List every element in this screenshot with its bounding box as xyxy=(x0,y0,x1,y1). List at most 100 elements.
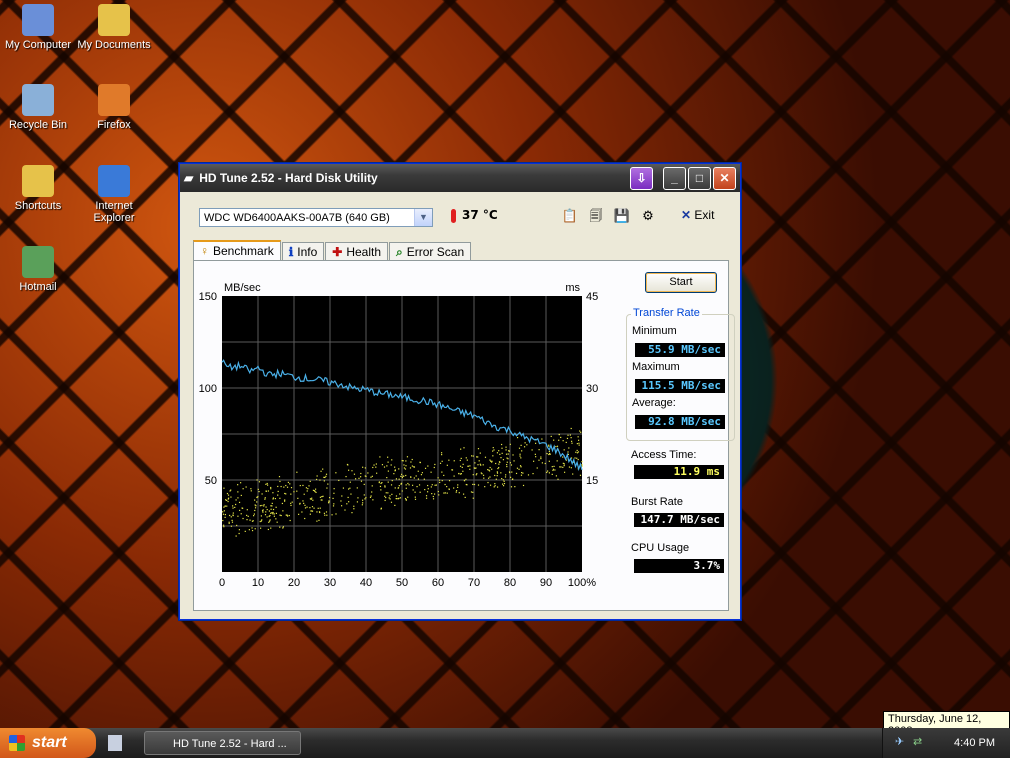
drive-select[interactable]: WDC WD6400AAKS-00A7B (640 GB) ▼ xyxy=(199,208,433,227)
copy-screenshot-icon[interactable]: 🗐 xyxy=(587,208,605,226)
toolbar: WDC WD6400AAKS-00A7B (640 GB) ▼ 37 °C 📋 … xyxy=(193,202,727,236)
desktop-icon[interactable]: Shortcuts xyxy=(0,165,76,212)
desktop-icon[interactable]: Recycle Bin xyxy=(0,84,76,131)
desktop-icon[interactable]: My Documents xyxy=(76,4,152,51)
access-time-point xyxy=(563,471,566,473)
x-tick-label: 50 xyxy=(396,577,408,589)
access-time-point xyxy=(304,504,306,506)
tab-health[interactable]: ✚ Health xyxy=(325,242,389,261)
access-time-point xyxy=(559,466,561,468)
desktop-icon[interactable]: Hotmail xyxy=(0,246,76,293)
access-time-point xyxy=(497,467,499,470)
exit-button[interactable]: ✕ Exit xyxy=(681,208,714,222)
access-time-point xyxy=(333,488,335,490)
tab-error-scan[interactable]: ⌕ Error Scan xyxy=(389,242,472,261)
options-icon[interactable]: ⚙ xyxy=(639,208,657,226)
access-time-point xyxy=(568,447,570,449)
save-icon[interactable]: 💾 xyxy=(613,208,631,226)
system-tray: ✈ ⇄ 4:40 PM xyxy=(882,728,1010,758)
access-time-point xyxy=(302,484,304,487)
start-menu-button[interactable]: start xyxy=(0,728,96,758)
access-time-point xyxy=(463,479,466,482)
access-time-point xyxy=(500,472,502,474)
access-time-point xyxy=(540,457,542,460)
access-time-point xyxy=(430,486,432,488)
access-time-point xyxy=(251,527,253,529)
network-icon[interactable]: ⇄ xyxy=(913,735,922,748)
access-time-point xyxy=(567,434,569,436)
access-time-point xyxy=(282,526,284,528)
access-time-point xyxy=(383,466,386,468)
x-tick-label: 90 xyxy=(540,577,552,589)
maximum-label: Maximum xyxy=(632,361,680,373)
access-time-point xyxy=(511,471,513,473)
access-time-point xyxy=(434,463,436,466)
desktop-icon[interactable]: Internet Explorer xyxy=(76,165,152,224)
access-time-point xyxy=(227,500,229,503)
access-time-point xyxy=(411,458,413,461)
close-button[interactable]: ✕ xyxy=(713,166,736,190)
access-time-point xyxy=(346,503,348,505)
access-time-point xyxy=(320,470,322,472)
access-time-point xyxy=(510,486,513,488)
tab-label: Info xyxy=(297,245,318,259)
access-time-point xyxy=(235,503,237,506)
access-time-point xyxy=(424,489,426,491)
access-time-point xyxy=(309,480,311,482)
access-time-point xyxy=(275,512,277,514)
access-time-point xyxy=(489,466,491,469)
access-time-point xyxy=(417,470,419,472)
quick-launch-icon[interactable] xyxy=(108,735,122,751)
minimize-button[interactable]: _ xyxy=(663,166,686,190)
access-time-point xyxy=(404,468,407,470)
access-time-point xyxy=(412,489,414,491)
access-time-point xyxy=(544,462,546,465)
access-time-point xyxy=(451,469,454,471)
tab-label: Health xyxy=(346,245,382,259)
access-time-point xyxy=(332,505,335,507)
access-time-point xyxy=(223,506,225,508)
desktop-icon[interactable]: Firefox xyxy=(76,84,152,131)
access-time-point xyxy=(227,494,230,496)
access-time-point xyxy=(370,495,372,497)
clock[interactable]: 4:40 PM xyxy=(954,728,995,758)
access-time-point xyxy=(491,460,493,462)
access-time-point xyxy=(433,466,435,469)
access-time-point xyxy=(246,519,248,521)
tray-icon[interactable]: ✈ xyxy=(895,735,904,748)
access-time-point xyxy=(538,459,540,461)
title-bar[interactable]: ▰ HD Tune 2.52 - Hard Disk Utility ⇩ _ □… xyxy=(180,164,740,192)
access-time-point xyxy=(340,500,342,502)
taskbar-item-hd-tune[interactable]: HD Tune 2.52 - Hard ... xyxy=(144,731,301,755)
y-left-tick-label: 150 xyxy=(199,291,217,303)
app-icon: ▰ xyxy=(184,171,194,185)
access-time-point xyxy=(553,465,555,468)
access-time-point xyxy=(395,495,398,497)
tab-info[interactable]: ℹ Info xyxy=(281,242,325,261)
access-time-point xyxy=(385,492,387,494)
desktop-icon[interactable]: My Computer xyxy=(0,4,76,51)
access-time-point xyxy=(397,487,400,489)
maximize-button[interactable]: □ xyxy=(688,166,711,190)
x-tick-label: 30 xyxy=(324,577,336,589)
access-time-point xyxy=(502,459,505,461)
access-time-point xyxy=(506,463,508,466)
access-time-point xyxy=(279,480,281,483)
access-time-point xyxy=(527,474,530,476)
hotmail-icon xyxy=(22,246,54,278)
access-time-point xyxy=(304,517,306,520)
access-time-point xyxy=(284,500,286,502)
download-icon[interactable]: ⇩ xyxy=(630,166,653,190)
desktop-icon-label: My Computer xyxy=(4,39,72,51)
y-left-tick-label: 50 xyxy=(205,475,217,487)
chevron-down-icon[interactable]: ▼ xyxy=(414,209,432,226)
access-time-point xyxy=(534,442,537,444)
tab-benchmark[interactable]: ♀ Benchmark xyxy=(193,240,281,262)
access-time-point xyxy=(270,512,272,514)
start-button[interactable]: Start xyxy=(645,272,717,293)
copy-info-icon[interactable]: 📋 xyxy=(561,208,579,226)
access-time-point xyxy=(361,504,363,506)
access-time-point xyxy=(324,514,326,516)
access-time-point xyxy=(520,457,522,459)
access-time-point xyxy=(347,488,350,490)
